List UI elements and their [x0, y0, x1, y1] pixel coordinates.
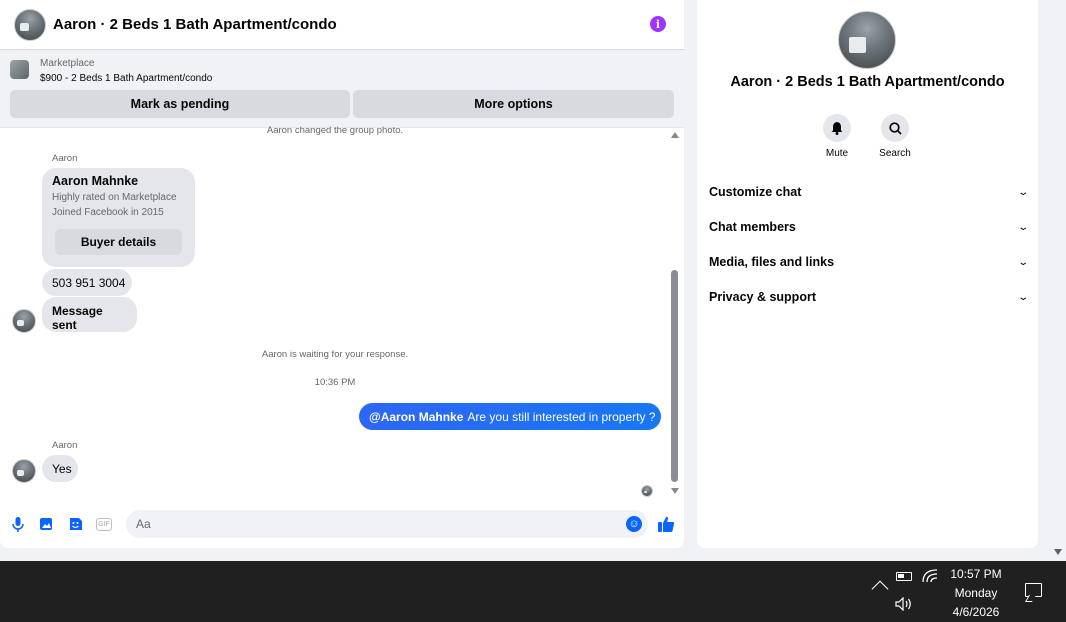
sender-name: Aaron	[52, 153, 78, 164]
gif-icon[interactable]: GIF	[96, 518, 112, 531]
info-icon[interactable]: i	[650, 16, 666, 32]
message-list: Aaron changed the group photo. Aaron Aar…	[0, 125, 684, 500]
buyer-joined: Joined Facebook in 2015	[52, 207, 164, 218]
buyer-details-button[interactable]: Buyer details	[55, 229, 182, 255]
mute-button[interactable]: Mute	[807, 114, 867, 159]
sender-avatar[interactable]	[12, 309, 36, 333]
panel-avatar[interactable]	[838, 11, 896, 69]
section-label: Chat members	[709, 220, 796, 234]
timestamp: 10:36 PM	[314, 377, 356, 388]
my-message-bubble[interactable]: @Aaron Mahnke Are you still interested i…	[359, 403, 661, 430]
composer: GIF ☺	[0, 508, 684, 540]
scroll-down-arrow-icon[interactable]	[671, 488, 679, 494]
section-label: Privacy & support	[709, 290, 816, 304]
chevron-down-icon: ⌄	[1016, 291, 1029, 303]
marketplace-bar: Marketplace $900 - 2 Beds 1 Bath Apartme…	[0, 50, 684, 128]
search-label: Search	[879, 148, 911, 159]
conversation-info-panel: Aaron · 2 Beds 1 Bath Apartment/condo Mu…	[697, 0, 1038, 548]
battery-icon[interactable]	[896, 572, 912, 581]
mute-label: Mute	[825, 148, 849, 159]
photo-icon[interactable]	[38, 516, 54, 532]
mark-pending-button[interactable]: Mark as pending	[10, 90, 350, 118]
system-message: Aaron changed the group photo.	[266, 125, 404, 136]
section-chat-members[interactable]: Chat members ⌄	[709, 215, 1029, 239]
seen-indicator-avatar	[641, 485, 653, 497]
sender-avatar[interactable]	[12, 459, 36, 483]
search-button[interactable]: Search	[865, 114, 925, 159]
chat-panel: Aaron · 2 Beds 1 Bath Apartment/condo i …	[0, 0, 684, 548]
search-icon[interactable]	[881, 114, 909, 142]
listing-title[interactable]: $900 - 2 Beds 1 Bath Apartment/condo	[40, 73, 212, 84]
message-bubble[interactable]: Message sent	[42, 297, 137, 332]
scroll-up-arrow-icon[interactable]	[671, 132, 679, 138]
chevron-down-icon: ⌄	[1016, 221, 1029, 233]
sticker-icon[interactable]	[67, 516, 83, 532]
taskbar: 10:57 PM Monday 4/6/2026	[0, 561, 1066, 622]
thumbs-up-icon[interactable]	[656, 514, 676, 534]
listing-thumbnail[interactable]	[10, 60, 29, 79]
page-scrollbar[interactable]	[1051, 0, 1066, 561]
mention[interactable]: @Aaron Mahnke	[369, 410, 463, 424]
scroll-thumb[interactable]	[671, 270, 678, 482]
volume-icon[interactable]	[895, 596, 913, 614]
section-media-files-links[interactable]: Media, files and links ⌄	[709, 250, 1029, 274]
more-options-button[interactable]: More options	[353, 90, 674, 118]
chat-header: Aaron · 2 Beds 1 Bath Apartment/condo i	[0, 0, 684, 50]
bell-icon[interactable]	[823, 114, 851, 142]
show-hidden-icons-icon[interactable]	[871, 580, 889, 598]
scroll-down-arrow-icon[interactable]	[1054, 549, 1062, 555]
chat-title[interactable]: Aaron · 2 Beds 1 Bath Apartment/condo	[53, 16, 337, 33]
message-bubble[interactable]: Yes	[42, 455, 78, 482]
marketplace-label: Marketplace	[40, 58, 95, 69]
chevron-down-icon: ⌄	[1016, 186, 1029, 198]
section-label: Customize chat	[709, 185, 802, 199]
buyer-rating: Highly rated on Marketplace	[52, 192, 177, 203]
buyer-name: Aaron Mahnke	[52, 174, 139, 188]
clock-time: 10:57 PM	[950, 567, 1002, 581]
chat-avatar[interactable]	[14, 8, 46, 41]
clock-date: 4/6/2026	[952, 605, 1000, 619]
chevron-down-icon: ⌄	[1016, 256, 1029, 268]
section-label: Media, files and links	[709, 255, 835, 269]
notifications-icon[interactable]	[1025, 583, 1042, 597]
message-scrollbar[interactable]	[668, 130, 682, 498]
message-input[interactable]	[126, 510, 648, 538]
wifi-icon[interactable]	[922, 569, 938, 586]
section-customize-chat[interactable]: Customize chat ⌄	[709, 180, 1029, 204]
buyer-card: Aaron Mahnke Highly rated on Marketplace…	[42, 168, 195, 267]
system-clock[interactable]: 10:57 PM Monday 4/6/2026	[943, 565, 1009, 622]
waiting-message: Aaron is waiting for your response.	[261, 349, 409, 360]
clock-day: Monday	[954, 586, 998, 600]
panel-title: Aaron · 2 Beds 1 Bath Apartment/condo	[730, 74, 1005, 90]
section-privacy-support[interactable]: Privacy & support ⌄	[709, 285, 1029, 309]
my-message-text: Are you still interested in property ?	[467, 409, 656, 424]
message-bubble[interactable]: 503 951 3004	[42, 269, 132, 296]
sender-name: Aaron	[52, 440, 78, 451]
emoji-icon[interactable]: ☺	[626, 516, 642, 532]
microphone-icon[interactable]	[10, 516, 26, 532]
